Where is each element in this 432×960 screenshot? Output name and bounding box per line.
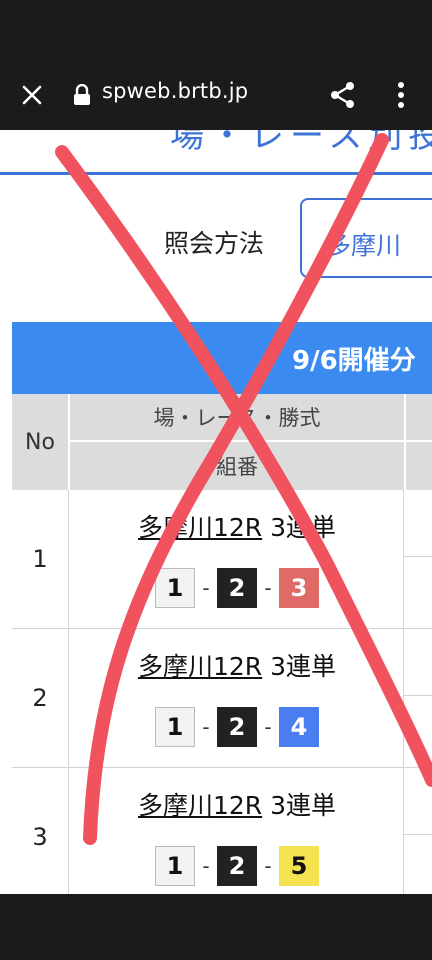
page-title: 場・レース別投 (170, 130, 432, 156)
date-banner-text: 9/6開催分 (292, 346, 416, 376)
row-extra-divider (403, 834, 432, 835)
row-extra (403, 629, 432, 767)
browser-toolbar: spweb.brtb.jp (0, 60, 432, 130)
close-icon[interactable] (14, 77, 50, 113)
separator: - (202, 576, 210, 600)
method-label: 照会方法 (164, 229, 265, 258)
title-divider (0, 172, 432, 175)
row-no: 3 (12, 768, 69, 894)
bet-type: 3連単 (270, 652, 337, 681)
date-banner: 9/6開催分 (12, 322, 432, 394)
race-link[interactable]: 多摩川12R (138, 652, 262, 681)
table-row: 1 多摩川12R 3連単 1 - 2 - 3 (12, 490, 432, 629)
header-no: No (12, 394, 70, 490)
row-extra-divider (403, 556, 432, 557)
separator: - (202, 854, 210, 878)
boat-number: 1 (155, 846, 195, 886)
row-race: 多摩川12R 3連単 (70, 508, 404, 544)
bet-type: 3連単 (270, 791, 337, 820)
method-select[interactable]: 多摩川 (300, 198, 432, 278)
method-select-value: 多摩川 (326, 231, 402, 260)
boat-number: 2 (217, 707, 257, 747)
race-link[interactable]: 多摩川12R (138, 513, 262, 542)
table-header: No 場・レース・勝式 組番 (12, 394, 432, 490)
row-race: 多摩川12R 3連単 (70, 647, 404, 683)
separator: - (264, 715, 272, 739)
boat-number: 1 (155, 707, 195, 747)
race-link[interactable]: 多摩川12R (138, 791, 262, 820)
share-icon[interactable] (324, 76, 362, 114)
row-no: 2 (12, 629, 69, 767)
more-vert-icon[interactable] (382, 76, 420, 114)
boat-number: 1 (155, 568, 195, 608)
table-row: 2 多摩川12R 3連単 1 - 2 - 4 (12, 629, 432, 768)
url-text[interactable]: spweb.brtb.jp (102, 79, 248, 103)
table-row: 3 多摩川12R 3連単 1 - 2 - 5 (12, 768, 432, 894)
boat-number: 3 (279, 568, 319, 608)
row-race: 多摩川12R 3連単 (70, 786, 404, 822)
bet-type: 3連単 (270, 513, 337, 542)
row-no: 1 (12, 490, 69, 628)
kumiban: 1 - 2 - 4 (70, 707, 404, 747)
boat-number: 4 (279, 707, 319, 747)
separator: - (264, 854, 272, 878)
kumiban: 1 - 2 - 5 (70, 846, 404, 886)
status-bar (0, 0, 432, 60)
boat-number: 2 (217, 568, 257, 608)
lock-icon (73, 83, 93, 106)
page-content: 場・レース別投 照会方法 多摩川 9/6開催分 No 場・レース・勝式 組番 1… (0, 130, 432, 894)
header-extra (404, 394, 432, 490)
header-extra-divider (404, 440, 432, 442)
row-extra-divider (403, 695, 432, 696)
kumiban: 1 - 2 - 3 (70, 568, 404, 608)
header-kumiban: 組番 (216, 455, 258, 479)
boat-number: 5 (279, 846, 319, 886)
row-extra (403, 490, 432, 628)
navigation-bar (0, 894, 432, 960)
separator: - (202, 715, 210, 739)
header-race: 場・レース・勝式 (70, 394, 404, 442)
boat-number: 2 (217, 846, 257, 886)
separator: - (264, 576, 272, 600)
row-extra (403, 768, 432, 894)
